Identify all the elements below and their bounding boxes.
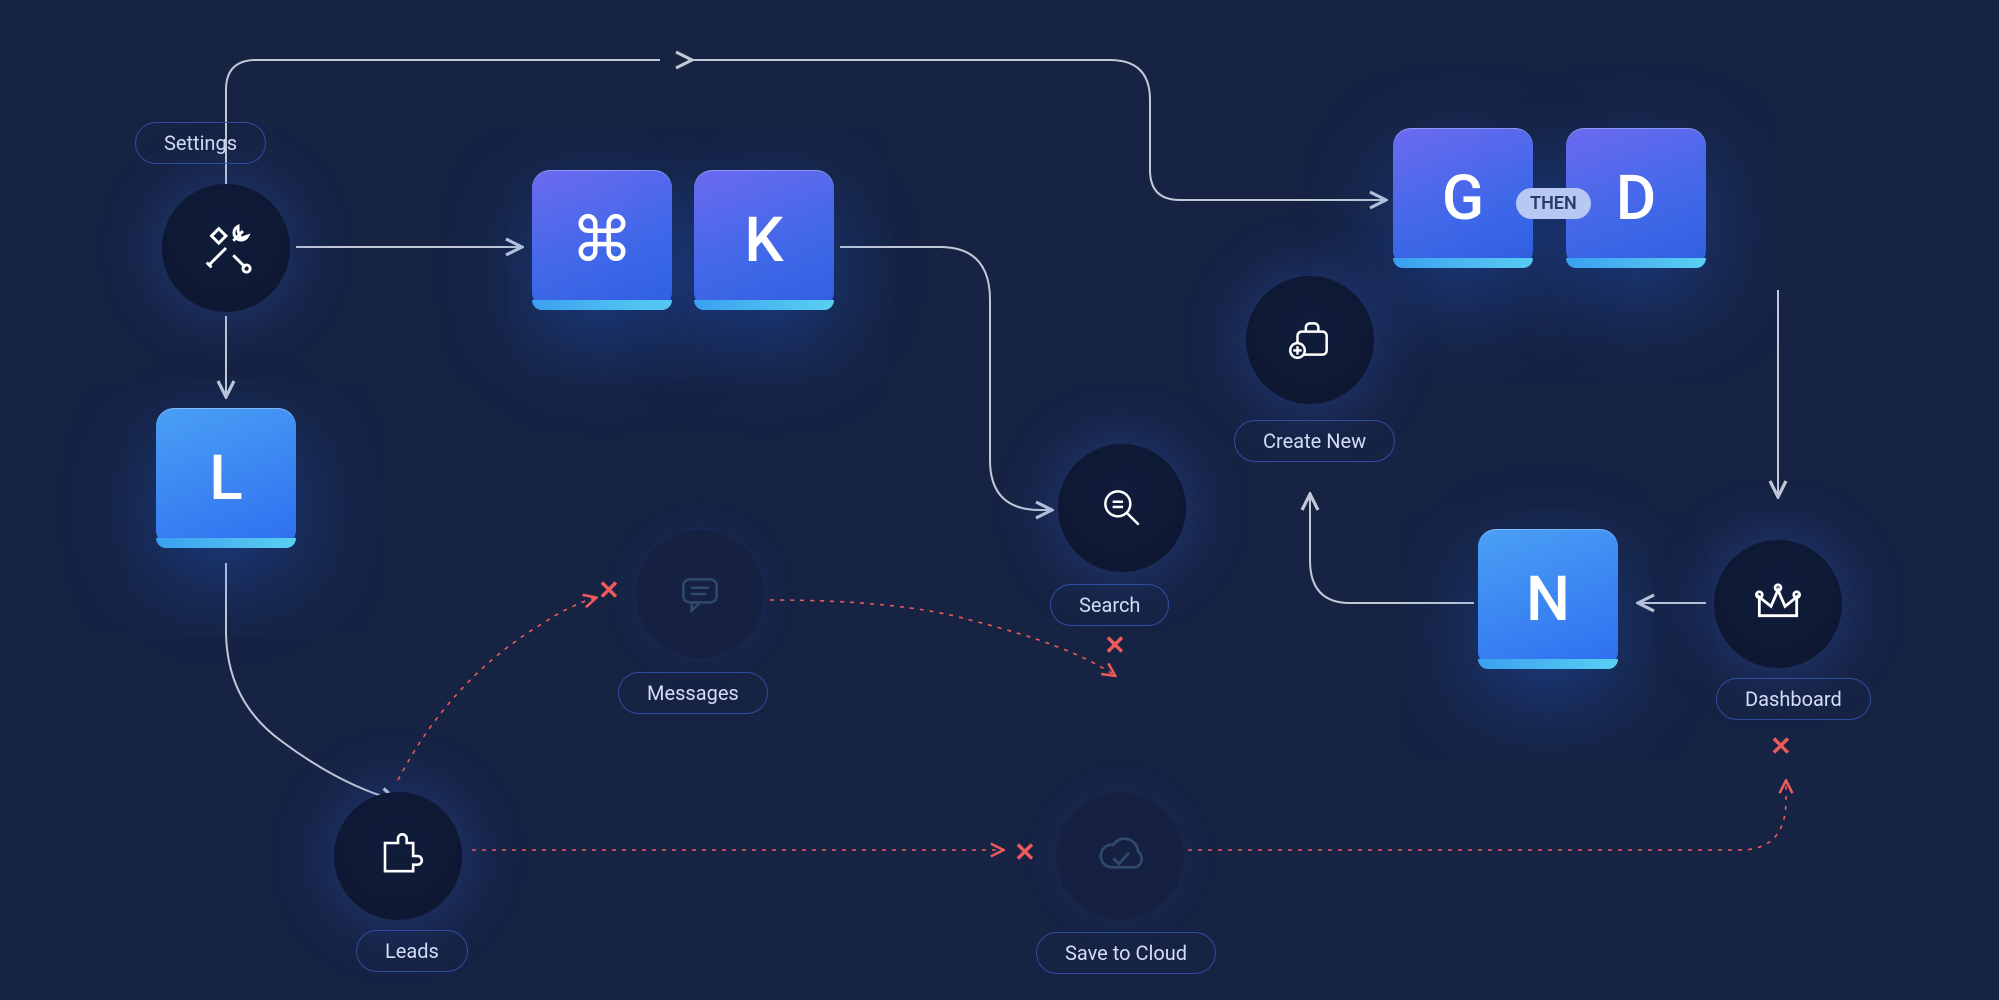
dashboard-label: Dashboard xyxy=(1716,678,1871,720)
create-new-node[interactable] xyxy=(1246,276,1374,404)
k-key-glyph: K xyxy=(744,204,783,277)
cmd-key[interactable]: ⌘ xyxy=(532,170,672,310)
briefcase-plus-icon xyxy=(1285,315,1335,365)
g-key-glyph: G xyxy=(1442,162,1484,235)
d-key-glyph: D xyxy=(1616,162,1656,235)
k-key[interactable]: K xyxy=(694,170,834,310)
n-key[interactable]: N xyxy=(1478,529,1618,669)
settings-label: Settings xyxy=(135,122,266,164)
l-key[interactable]: L xyxy=(156,408,296,548)
shortcut-diagram: Settings ⌘ K L G D THEN xyxy=(0,0,1999,1000)
cloud-check-icon xyxy=(1093,829,1147,883)
leads-label: Leads xyxy=(356,930,468,972)
n-key-glyph: N xyxy=(1526,563,1570,636)
save-to-cloud-label: Save to Cloud xyxy=(1036,932,1216,974)
cmd-key-glyph: ⌘ xyxy=(571,203,633,277)
puzzle-icon xyxy=(372,830,424,882)
l-key-glyph: L xyxy=(209,442,242,515)
fail-x-1: ✕ xyxy=(598,576,620,606)
search-icon xyxy=(1097,483,1147,533)
g-key[interactable]: G xyxy=(1393,128,1533,268)
save-to-cloud-node[interactable] xyxy=(1056,792,1184,920)
leads-node[interactable] xyxy=(334,792,462,920)
messages-label: Messages xyxy=(618,672,768,714)
messages-node[interactable] xyxy=(636,530,764,658)
create-new-label: Create New xyxy=(1234,420,1395,462)
crown-icon xyxy=(1750,576,1806,632)
then-badge: THEN xyxy=(1516,188,1591,219)
search-node[interactable] xyxy=(1058,444,1186,572)
search-label: Search xyxy=(1050,584,1169,626)
tools-icon xyxy=(197,219,255,277)
settings-node[interactable] xyxy=(162,184,290,312)
dashboard-node[interactable] xyxy=(1714,540,1842,668)
chat-icon xyxy=(675,569,725,619)
